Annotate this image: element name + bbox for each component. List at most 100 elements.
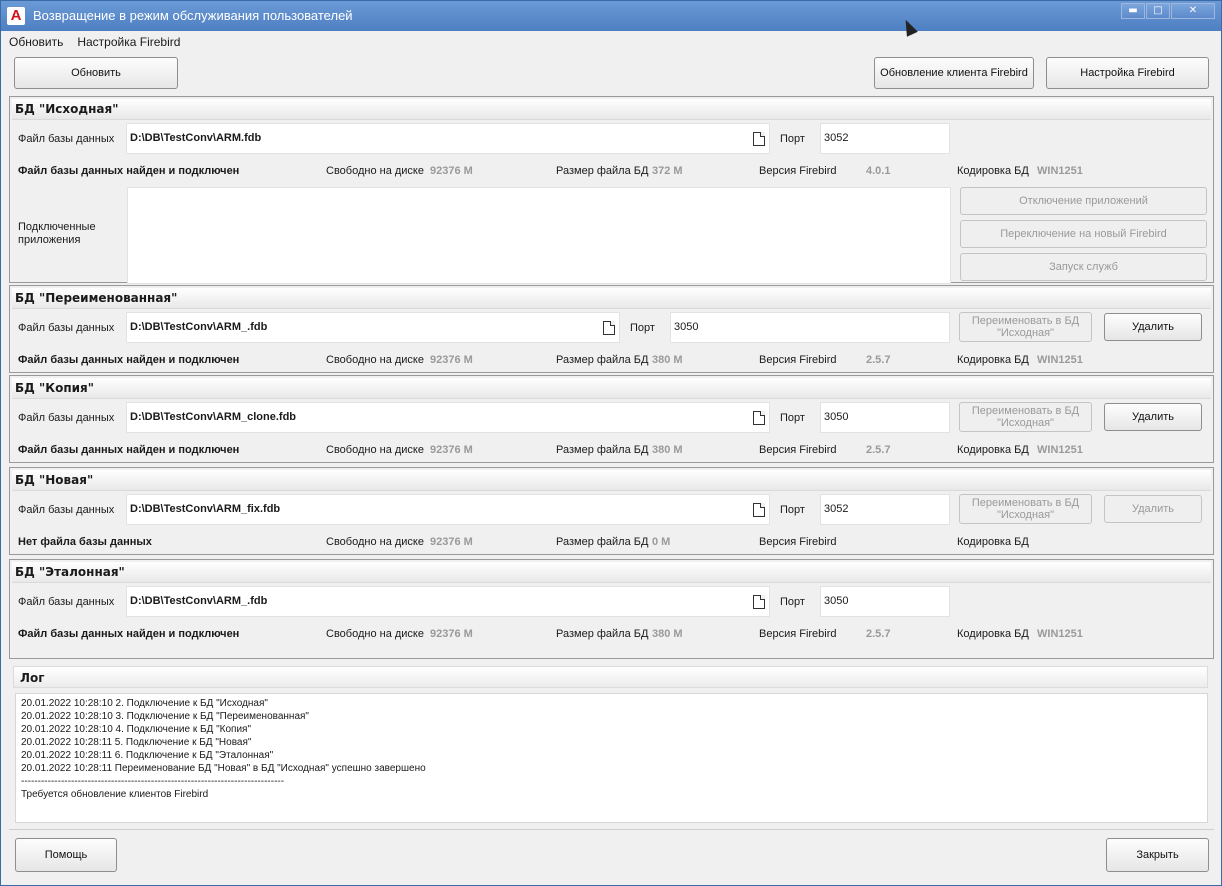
open-file-icon[interactable] — [603, 321, 615, 335]
file-label: Файл базы данных — [18, 596, 115, 608]
port-label: Порт — [780, 504, 805, 516]
version-label: Версия Firebird — [759, 444, 837, 456]
encoding-value: WIN1251 — [1037, 628, 1083, 640]
version-value: 2.5.7 — [866, 444, 891, 456]
port-field[interactable]: 3050 — [820, 402, 950, 433]
version-value: 2.5.7 — [866, 354, 891, 366]
file-label: Файл базы данных — [18, 412, 115, 424]
status-text: Файл базы данных найден и подключен — [18, 354, 240, 366]
status-text: Файл базы данных найден и подключен — [18, 165, 240, 177]
encoding-label: Кодировка БД — [957, 354, 1029, 366]
free-value: 92376 M — [430, 165, 473, 177]
port-field[interactable]: 3052 — [820, 494, 950, 525]
free-label: Свободно на диске — [326, 444, 424, 456]
open-file-icon[interactable] — [753, 595, 765, 609]
open-file-icon[interactable] — [753, 132, 765, 146]
delete-button[interactable]: Удалить — [1104, 313, 1202, 341]
panel-title: БД "Переименованная" — [15, 291, 178, 305]
port-field[interactable]: 3050 — [670, 312, 950, 343]
status-text: Файл базы данных найден и подключен — [18, 628, 240, 640]
file-path-field[interactable]: D:\DB\TestConv\ARM_clone.fdb — [126, 402, 770, 433]
connected-apps-label: Подключенные приложения — [18, 221, 96, 246]
main-window: A Возвращение в режим обслуживания польз… — [0, 0, 1222, 886]
free-label: Свободно на диске — [326, 628, 424, 640]
menu-refresh[interactable]: Обновить — [9, 33, 63, 51]
panel-title: БД "Эталонная" — [15, 565, 125, 579]
free-label: Свободно на диске — [326, 165, 424, 177]
panel-renamed-db: БД "Переименованная" Файл базы данных D:… — [9, 285, 1214, 373]
free-label: Свободно на диске — [326, 354, 424, 366]
panel-title: БД "Новая" — [15, 473, 94, 487]
window-title: Возвращение в режим обслуживания пользов… — [33, 8, 353, 23]
free-label: Свободно на диске — [326, 536, 424, 548]
version-label: Версия Firebird — [759, 536, 837, 548]
disconnect-apps-button[interactable]: Отключение приложений — [960, 187, 1207, 215]
size-label: Размер файла БД — [556, 354, 649, 366]
size-label: Размер файла БД — [556, 444, 649, 456]
port-field[interactable]: 3050 — [820, 586, 950, 617]
size-label: Размер файла БД — [556, 628, 649, 640]
firebird-settings-button[interactable]: Настройка Firebird — [1046, 57, 1209, 89]
connected-apps-list[interactable] — [127, 187, 951, 284]
size-value: 380 M — [652, 354, 683, 366]
size-value: 380 M — [652, 628, 683, 640]
free-value: 92376 M — [430, 354, 473, 366]
file-path-field[interactable]: D:\DB\TestConv\ARM_.fdb — [126, 586, 770, 617]
free-value: 92376 M — [430, 444, 473, 456]
free-value: 92376 M — [430, 536, 473, 548]
port-field[interactable]: 3052 — [820, 123, 950, 154]
help-button[interactable]: Помощь — [15, 838, 117, 872]
minimize-button[interactable]: ▬ — [1121, 3, 1145, 19]
app-logo-icon: A — [7, 7, 25, 25]
menu-bar: Обновить Настройка Firebird — [9, 33, 180, 51]
delete-button[interactable]: Удалить — [1104, 495, 1202, 523]
maximize-button[interactable]: □ — [1146, 3, 1170, 19]
update-client-button[interactable]: Обновление клиента Firebird — [874, 57, 1034, 89]
log-title: Лог — [20, 671, 45, 685]
refresh-button[interactable]: Обновить — [14, 57, 178, 89]
encoding-value: WIN1251 — [1037, 165, 1083, 177]
encoding-label: Кодировка БД — [957, 444, 1029, 456]
log-line: Требуется обновление клиентов Firebird — [21, 789, 209, 800]
close-window-button[interactable]: ✕ — [1171, 3, 1215, 19]
log-line: 20.01.2022 10:28:10 4. Подключение к БД … — [21, 724, 252, 735]
size-value: 372 M — [652, 165, 683, 177]
log-line: 20.01.2022 10:28:11 Переименование БД "Н… — [21, 763, 426, 774]
size-value: 0 M — [652, 536, 671, 548]
switch-firebird-button[interactable]: Переключение на новый Firebird — [960, 220, 1207, 248]
start-services-button[interactable]: Запуск служб — [960, 253, 1207, 281]
open-file-icon[interactable] — [753, 411, 765, 425]
version-value: 4.0.1 — [866, 165, 891, 177]
panel-new-db: БД "Новая" Файл базы данных D:\DB\TestCo… — [9, 467, 1214, 555]
log-line: 20.01.2022 10:28:11 5. Подключение к БД … — [21, 737, 252, 748]
delete-button[interactable]: Удалить — [1104, 403, 1202, 431]
panel-reference-db: БД "Эталонная" Файл базы данных D:\DB\Te… — [9, 559, 1214, 659]
open-file-icon[interactable] — [753, 503, 765, 517]
log-header: Лог — [13, 666, 1208, 688]
file-path-field[interactable]: D:\DB\TestConv\ARM.fdb — [126, 123, 770, 154]
port-label: Порт — [780, 133, 805, 145]
rename-button[interactable]: Переименовать в БД "Исходная" — [959, 312, 1092, 342]
minimize-icon: ▬ — [1128, 5, 1138, 16]
file-label: Файл базы данных — [18, 322, 115, 334]
close-button[interactable]: Закрыть — [1106, 838, 1209, 872]
footer-bar — [9, 829, 1214, 882]
rename-button[interactable]: Переименовать в БД "Исходная" — [959, 494, 1092, 524]
size-label: Размер файла БД — [556, 165, 649, 177]
maximize-icon: □ — [1153, 5, 1163, 16]
encoding-label: Кодировка БД — [957, 165, 1029, 177]
version-value: 2.5.7 — [866, 628, 891, 640]
rename-button[interactable]: Переименовать в БД "Исходная" — [959, 402, 1092, 432]
port-label: Порт — [780, 412, 805, 424]
version-label: Версия Firebird — [759, 628, 837, 640]
version-label: Версия Firebird — [759, 354, 837, 366]
free-value: 92376 M — [430, 628, 473, 640]
log-line: 20.01.2022 10:28:10 2. Подключение к БД … — [21, 698, 268, 709]
port-label: Порт — [630, 322, 655, 334]
file-path-field[interactable]: D:\DB\TestConv\ARM_fix.fdb — [126, 494, 770, 525]
log-textarea[interactable]: 20.01.2022 10:28:10 2. Подключение к БД … — [15, 693, 1208, 823]
size-value: 380 M — [652, 444, 683, 456]
menu-firebird-settings[interactable]: Настройка Firebird — [77, 33, 180, 51]
file-path-field[interactable]: D:\DB\TestConv\ARM_.fdb — [126, 312, 620, 343]
encoding-label: Кодировка БД — [957, 536, 1029, 548]
